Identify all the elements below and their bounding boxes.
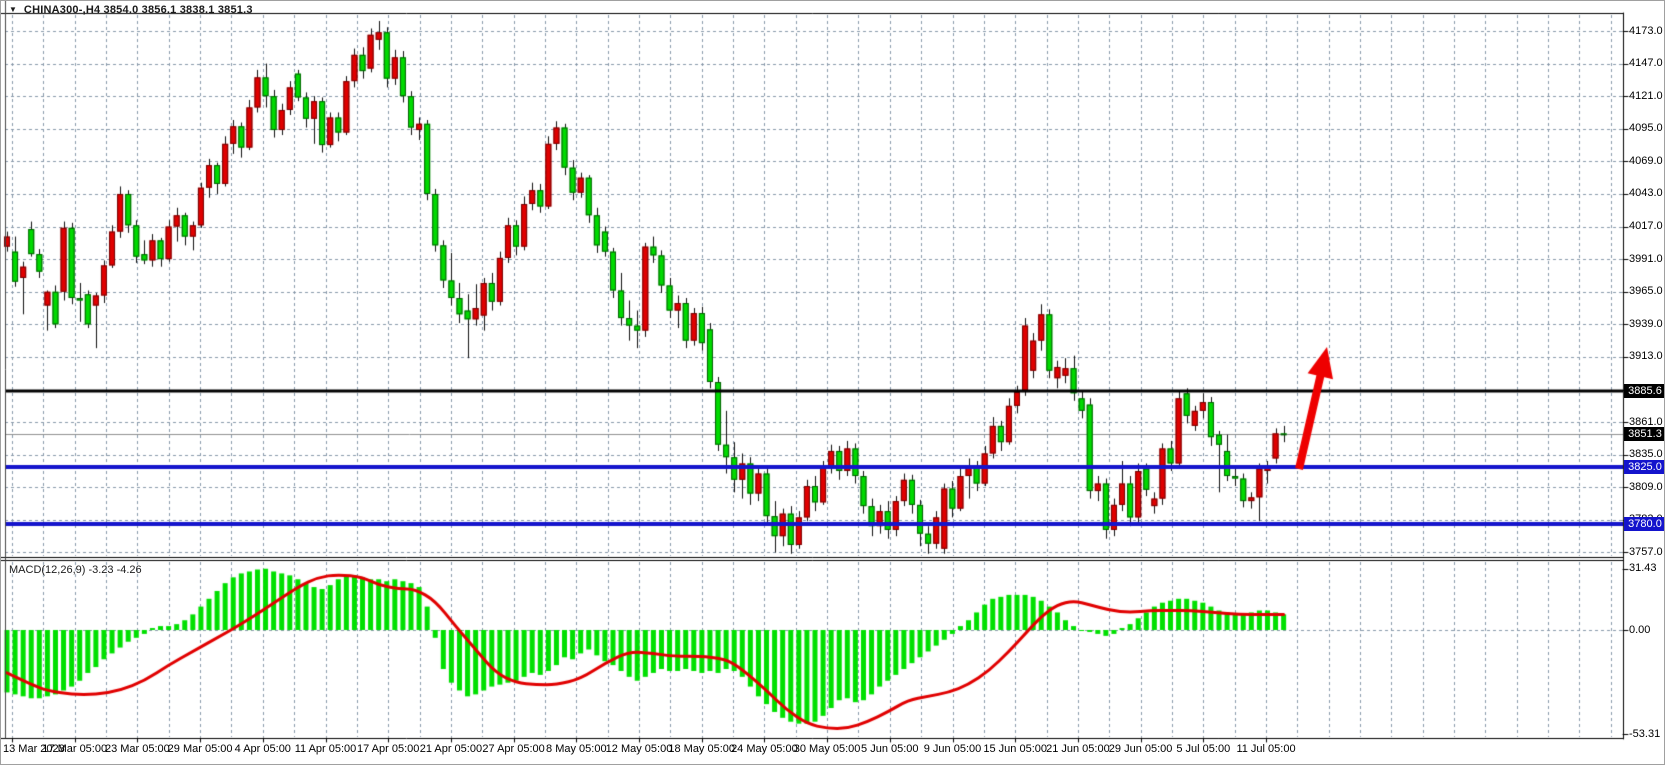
price-tick-label: 4173.0 xyxy=(1629,25,1663,38)
time-tick-label: 5 Jun 05:00 xyxy=(861,743,919,756)
price-tick-label: 4017.0 xyxy=(1629,220,1663,233)
time-tick-label: 12 May 05:00 xyxy=(606,743,673,756)
price-level-badge: 3885.6 xyxy=(1624,384,1665,398)
time-tick-label: 27 Apr 05:00 xyxy=(482,743,544,756)
price-tick-label: 3757.0 xyxy=(1629,546,1663,559)
time-tick-label: 4 Apr 05:00 xyxy=(235,743,291,756)
time-tick-label: 5 Jul 05:00 xyxy=(1176,743,1230,756)
macd-indicator-label: MACD(12,26,9) -3.23 -4.26 xyxy=(9,564,142,576)
time-tick-label: 18 May 05:00 xyxy=(668,743,735,756)
price-tick-label: 3939.0 xyxy=(1629,318,1663,331)
price-level-badge: 3851.3 xyxy=(1624,427,1665,441)
time-tick-label: 21 Jun 05:00 xyxy=(1046,743,1110,756)
time-tick-label: 15 Jun 05:00 xyxy=(983,743,1047,756)
price-tick-label: 4043.0 xyxy=(1629,187,1663,200)
time-tick-label: 30 May 05:00 xyxy=(794,743,861,756)
price-tick-label: 4095.0 xyxy=(1629,122,1663,135)
price-tick-label: 3965.0 xyxy=(1629,285,1663,298)
price-tick-label: 3913.0 xyxy=(1629,350,1663,363)
time-tick-label: 17 Mar 05:00 xyxy=(42,743,107,756)
chart-canvas[interactable] xyxy=(1,1,1665,765)
chart-title-bar: ▼ CHINA300-,H4 3854.0 3856.1 3838.1 3851… xyxy=(9,4,253,16)
macd-tick-label: 0.00 xyxy=(1629,624,1650,637)
time-tick-label: 29 Mar 05:00 xyxy=(168,743,233,756)
time-tick-label: 17 Apr 05:00 xyxy=(357,743,419,756)
price-level-badge: 3825.0 xyxy=(1624,460,1665,474)
price-tick-label: 3991.0 xyxy=(1629,253,1663,266)
macd-tick-label: 31.43 xyxy=(1629,562,1657,575)
price-level-badge: 3780.0 xyxy=(1624,517,1665,531)
symbol-ohlc-title: CHINA300-,H4 3854.0 3856.1 3838.1 3851.3 xyxy=(24,4,253,16)
symbol-dropdown-icon[interactable]: ▼ xyxy=(9,4,17,16)
chart-window: ▼ CHINA300-,H4 3854.0 3856.1 3838.1 3851… xyxy=(0,0,1665,765)
time-tick-label: 29 Jun 05:00 xyxy=(1109,743,1173,756)
price-tick-label: 4121.0 xyxy=(1629,90,1663,103)
price-tick-label: 3835.0 xyxy=(1629,448,1663,461)
time-tick-label: 11 Jul 05:00 xyxy=(1236,743,1295,756)
price-tick-label: 4069.0 xyxy=(1629,155,1663,168)
time-tick-label: 23 Mar 05:00 xyxy=(105,743,170,756)
time-tick-label: 21 Apr 05:00 xyxy=(420,743,482,756)
macd-tick-label: -53.31 xyxy=(1629,728,1660,741)
time-tick-label: 8 May 05:00 xyxy=(546,743,607,756)
price-tick-label: 4147.0 xyxy=(1629,57,1663,70)
price-tick-label: 3809.0 xyxy=(1629,481,1663,494)
time-tick-label: 24 May 05:00 xyxy=(731,743,798,756)
time-tick-label: 9 Jun 05:00 xyxy=(924,743,982,756)
time-tick-label: 11 Apr 05:00 xyxy=(295,743,357,756)
